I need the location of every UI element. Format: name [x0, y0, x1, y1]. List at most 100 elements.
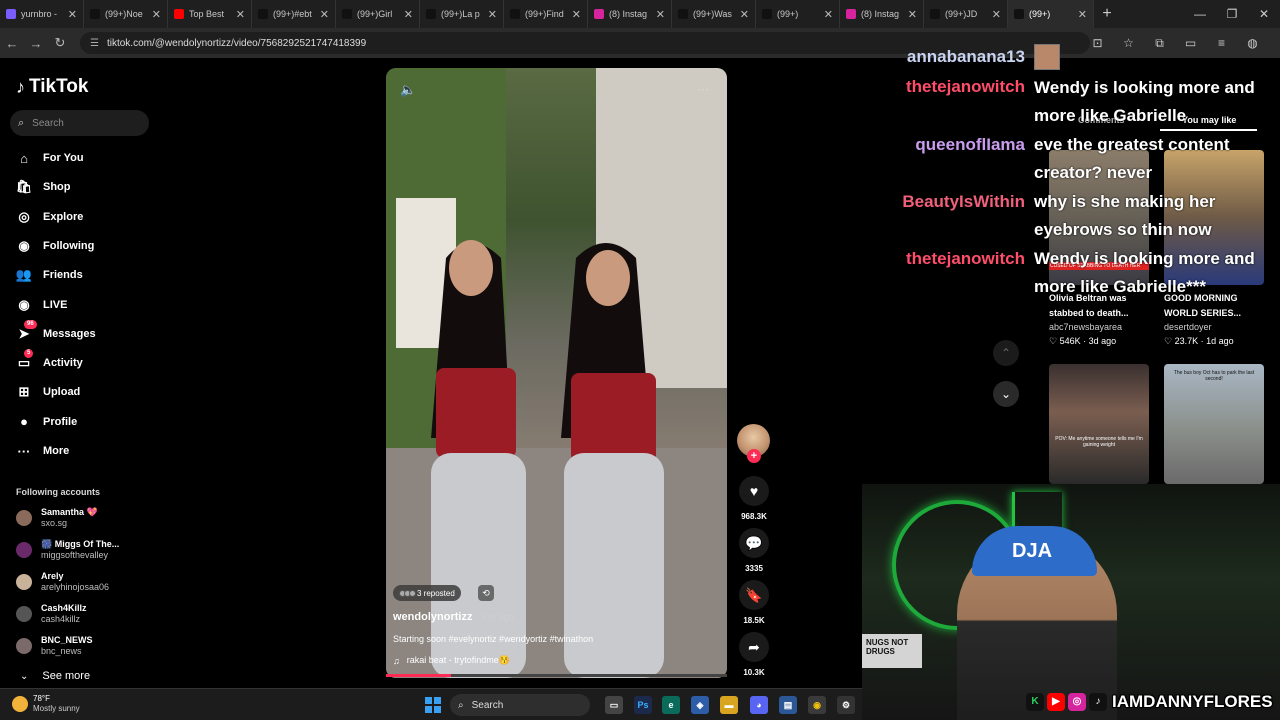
app-icon[interactable]: ⚙	[837, 696, 855, 714]
profile-avatar-icon[interactable]: ◍	[1237, 36, 1268, 50]
photoshop-icon[interactable]: Ps	[634, 696, 652, 714]
weather-widget[interactable]: 78°F Mostly sunny	[12, 694, 80, 714]
share-button[interactable]: ➦ 10.3K	[736, 632, 772, 677]
video-caption: Starting soon #evelynortiz #wendyortiz #…	[393, 634, 594, 644]
forward-icon[interactable]: →	[24, 36, 48, 51]
browser-tab[interactable]: (99+) ✕	[1008, 0, 1094, 28]
new-tab-button[interactable]: +	[1094, 5, 1120, 23]
close-tab-icon[interactable]: ✕	[908, 8, 917, 21]
follow-plus-icon[interactable]: +	[747, 449, 761, 463]
task-view-icon[interactable]: ▭	[605, 696, 623, 714]
sidebar-item-activity[interactable]: ▭ 5 Activity	[16, 349, 83, 372]
sidebar-item-upload[interactable]: ⊞ Upload	[16, 383, 81, 401]
file-explorer-icon[interactable]: ▬	[720, 696, 738, 714]
sidebar-item-following[interactable]: ◉ Following	[16, 237, 94, 255]
sidebar-item-live[interactable]: ◉ LIVE	[16, 296, 67, 314]
sidebar-item-profile[interactable]: ● Profile	[16, 413, 77, 431]
sidebar-item-shop[interactable]: 🛍 Shop	[16, 178, 71, 196]
restore-icon[interactable]: ❐	[1216, 7, 1248, 21]
browser-tab[interactable]: (99+)Find ✕	[504, 0, 588, 28]
video-music[interactable]: ♫ rakai beat - trytofindme😚	[393, 655, 510, 666]
video-thumbnail[interactable]: The bus boy Oct has to park the last sec…	[1164, 364, 1264, 484]
close-window-icon[interactable]: ✕	[1248, 7, 1280, 21]
site-info-icon[interactable]: ☰	[90, 38, 99, 49]
comment-button[interactable]: 💬 3335	[736, 528, 772, 573]
video-more-icon[interactable]: ···	[697, 82, 709, 96]
back-icon[interactable]: ←	[0, 36, 24, 51]
see-more-button[interactable]: ⌄ See more	[20, 670, 90, 682]
sidebar-item-label: Activity	[43, 357, 83, 370]
tiktok-logo[interactable]: ♪ TikTok	[16, 76, 88, 98]
video-progress-bar[interactable]	[386, 674, 727, 677]
close-tab-icon[interactable]: ✕	[68, 8, 77, 21]
close-tab-icon[interactable]: ✕	[236, 8, 245, 21]
repost-icon[interactable]: ⟲	[478, 585, 494, 601]
repost-pill[interactable]: 3 reposted	[393, 585, 461, 601]
search-input[interactable]: ⌕ Search	[10, 110, 149, 136]
previous-video-arrow-icon[interactable]: ⌃	[993, 340, 1019, 366]
media-icon[interactable]: ≡	[1206, 36, 1237, 50]
install-icon[interactable]: ⊡	[1082, 36, 1113, 50]
browser-tab[interactable]: (99+)JD ✕	[924, 0, 1008, 28]
sidebar-item-for-you[interactable]: ⌂ For You	[16, 149, 83, 167]
close-tab-icon[interactable]: ✕	[740, 8, 749, 21]
sidebar-item-more[interactable]: ··· More	[16, 442, 70, 460]
sidebar-item-explore[interactable]: ◎ Explore	[16, 208, 83, 226]
following-account-item[interactable]: 🎆 Miggs Of The... miggsofthevalley	[16, 539, 119, 561]
close-tab-icon[interactable]: ✕	[992, 8, 1001, 21]
chrome-icon[interactable]: ◉	[808, 696, 826, 714]
following-account-item[interactable]: BNC_NEWS bnc_news	[16, 635, 93, 657]
browser-tab[interactable]: (99+)Was ✕	[672, 0, 756, 28]
profile-icon: ●	[16, 414, 32, 430]
video-thumbnail[interactable]: POV: Me anytime someone tells me I'm gai…	[1049, 364, 1149, 484]
close-tab-icon[interactable]: ✕	[404, 8, 413, 21]
like-button[interactable]: ♥ 968.3K	[736, 476, 772, 521]
browser-tab[interactable]: yurnbro - ✕	[0, 0, 84, 28]
author-name[interactable]: wendolynortizz	[393, 611, 472, 623]
volume-icon[interactable]: 🔈	[400, 82, 416, 98]
video-author[interactable]: wendolynortizz · 17h ago	[393, 611, 514, 623]
minimize-icon[interactable]: —	[1184, 7, 1216, 21]
more-icon: ···	[16, 443, 32, 459]
windows-start-icon[interactable]	[425, 697, 441, 713]
close-tab-icon[interactable]: ✕	[152, 8, 161, 21]
discord-icon[interactable]: ◕	[750, 696, 768, 714]
following-account-item[interactable]: Arely arelyhinojosaa06	[16, 571, 109, 593]
browser-tab[interactable]: (99+)#ebt ✕	[252, 0, 336, 28]
save-button[interactable]: 🔖 18.5K	[736, 580, 772, 625]
browser-tab[interactable]: (99+)La p ✕	[420, 0, 504, 28]
following-account-item[interactable]: Cash4Killz cash4killz	[16, 603, 87, 625]
taskbar-search[interactable]: ⌕ Search	[450, 694, 590, 716]
extensions-icon[interactable]: ⧉	[1144, 36, 1175, 51]
app-icon[interactable]: ◈	[691, 696, 709, 714]
account-handle: cash4killz	[41, 614, 81, 624]
browser-tab[interactable]: (99+) ✕	[756, 0, 840, 28]
browser-tab[interactable]: (99+)Girl ✕	[336, 0, 420, 28]
browser-tab[interactable]: Top Best ✕	[168, 0, 252, 28]
close-tab-icon[interactable]: ✕	[656, 8, 665, 21]
edge-icon[interactable]: e	[662, 696, 680, 714]
browser-tab[interactable]: (99+)Noe ✕	[84, 0, 168, 28]
app-icon[interactable]: ▤	[779, 696, 797, 714]
browser-tab[interactable]: (8) Instag ✕	[588, 0, 672, 28]
icon-glyph: ⊞	[18, 384, 30, 400]
bookmark-star-icon[interactable]: ☆	[1113, 36, 1144, 50]
chat-username: thetejanowitch	[905, 77, 1025, 96]
close-tab-icon[interactable]: ✕	[1078, 8, 1087, 21]
tab-title: Top Best	[189, 9, 225, 19]
reload-icon[interactable]: ↻	[48, 35, 72, 51]
icon-glyph: ⌂	[20, 150, 28, 166]
close-tab-icon[interactable]: ✕	[824, 8, 833, 21]
next-video-arrow-icon[interactable]: ⌄	[993, 381, 1019, 407]
split-icon[interactable]: ▭	[1175, 36, 1206, 50]
close-tab-icon[interactable]: ✕	[488, 8, 497, 21]
account-name: BNC_NEWS	[41, 635, 93, 645]
close-tab-icon[interactable]: ✕	[320, 8, 329, 21]
browser-tab[interactable]: (8) Instag ✕	[840, 0, 924, 28]
browser-menu-icon[interactable]: ⋮	[1268, 36, 1280, 50]
sidebar-item-friends[interactable]: 👥 Friends	[16, 266, 83, 284]
following-account-item[interactable]: Samantha 💖 sxo.sg	[16, 507, 98, 529]
close-tab-icon[interactable]: ✕	[572, 8, 581, 21]
chat-message: Wendy is looking more and more like Gabr…	[1034, 78, 1255, 125]
sidebar-item-messages[interactable]: ➤ 96 Messages	[16, 319, 96, 343]
